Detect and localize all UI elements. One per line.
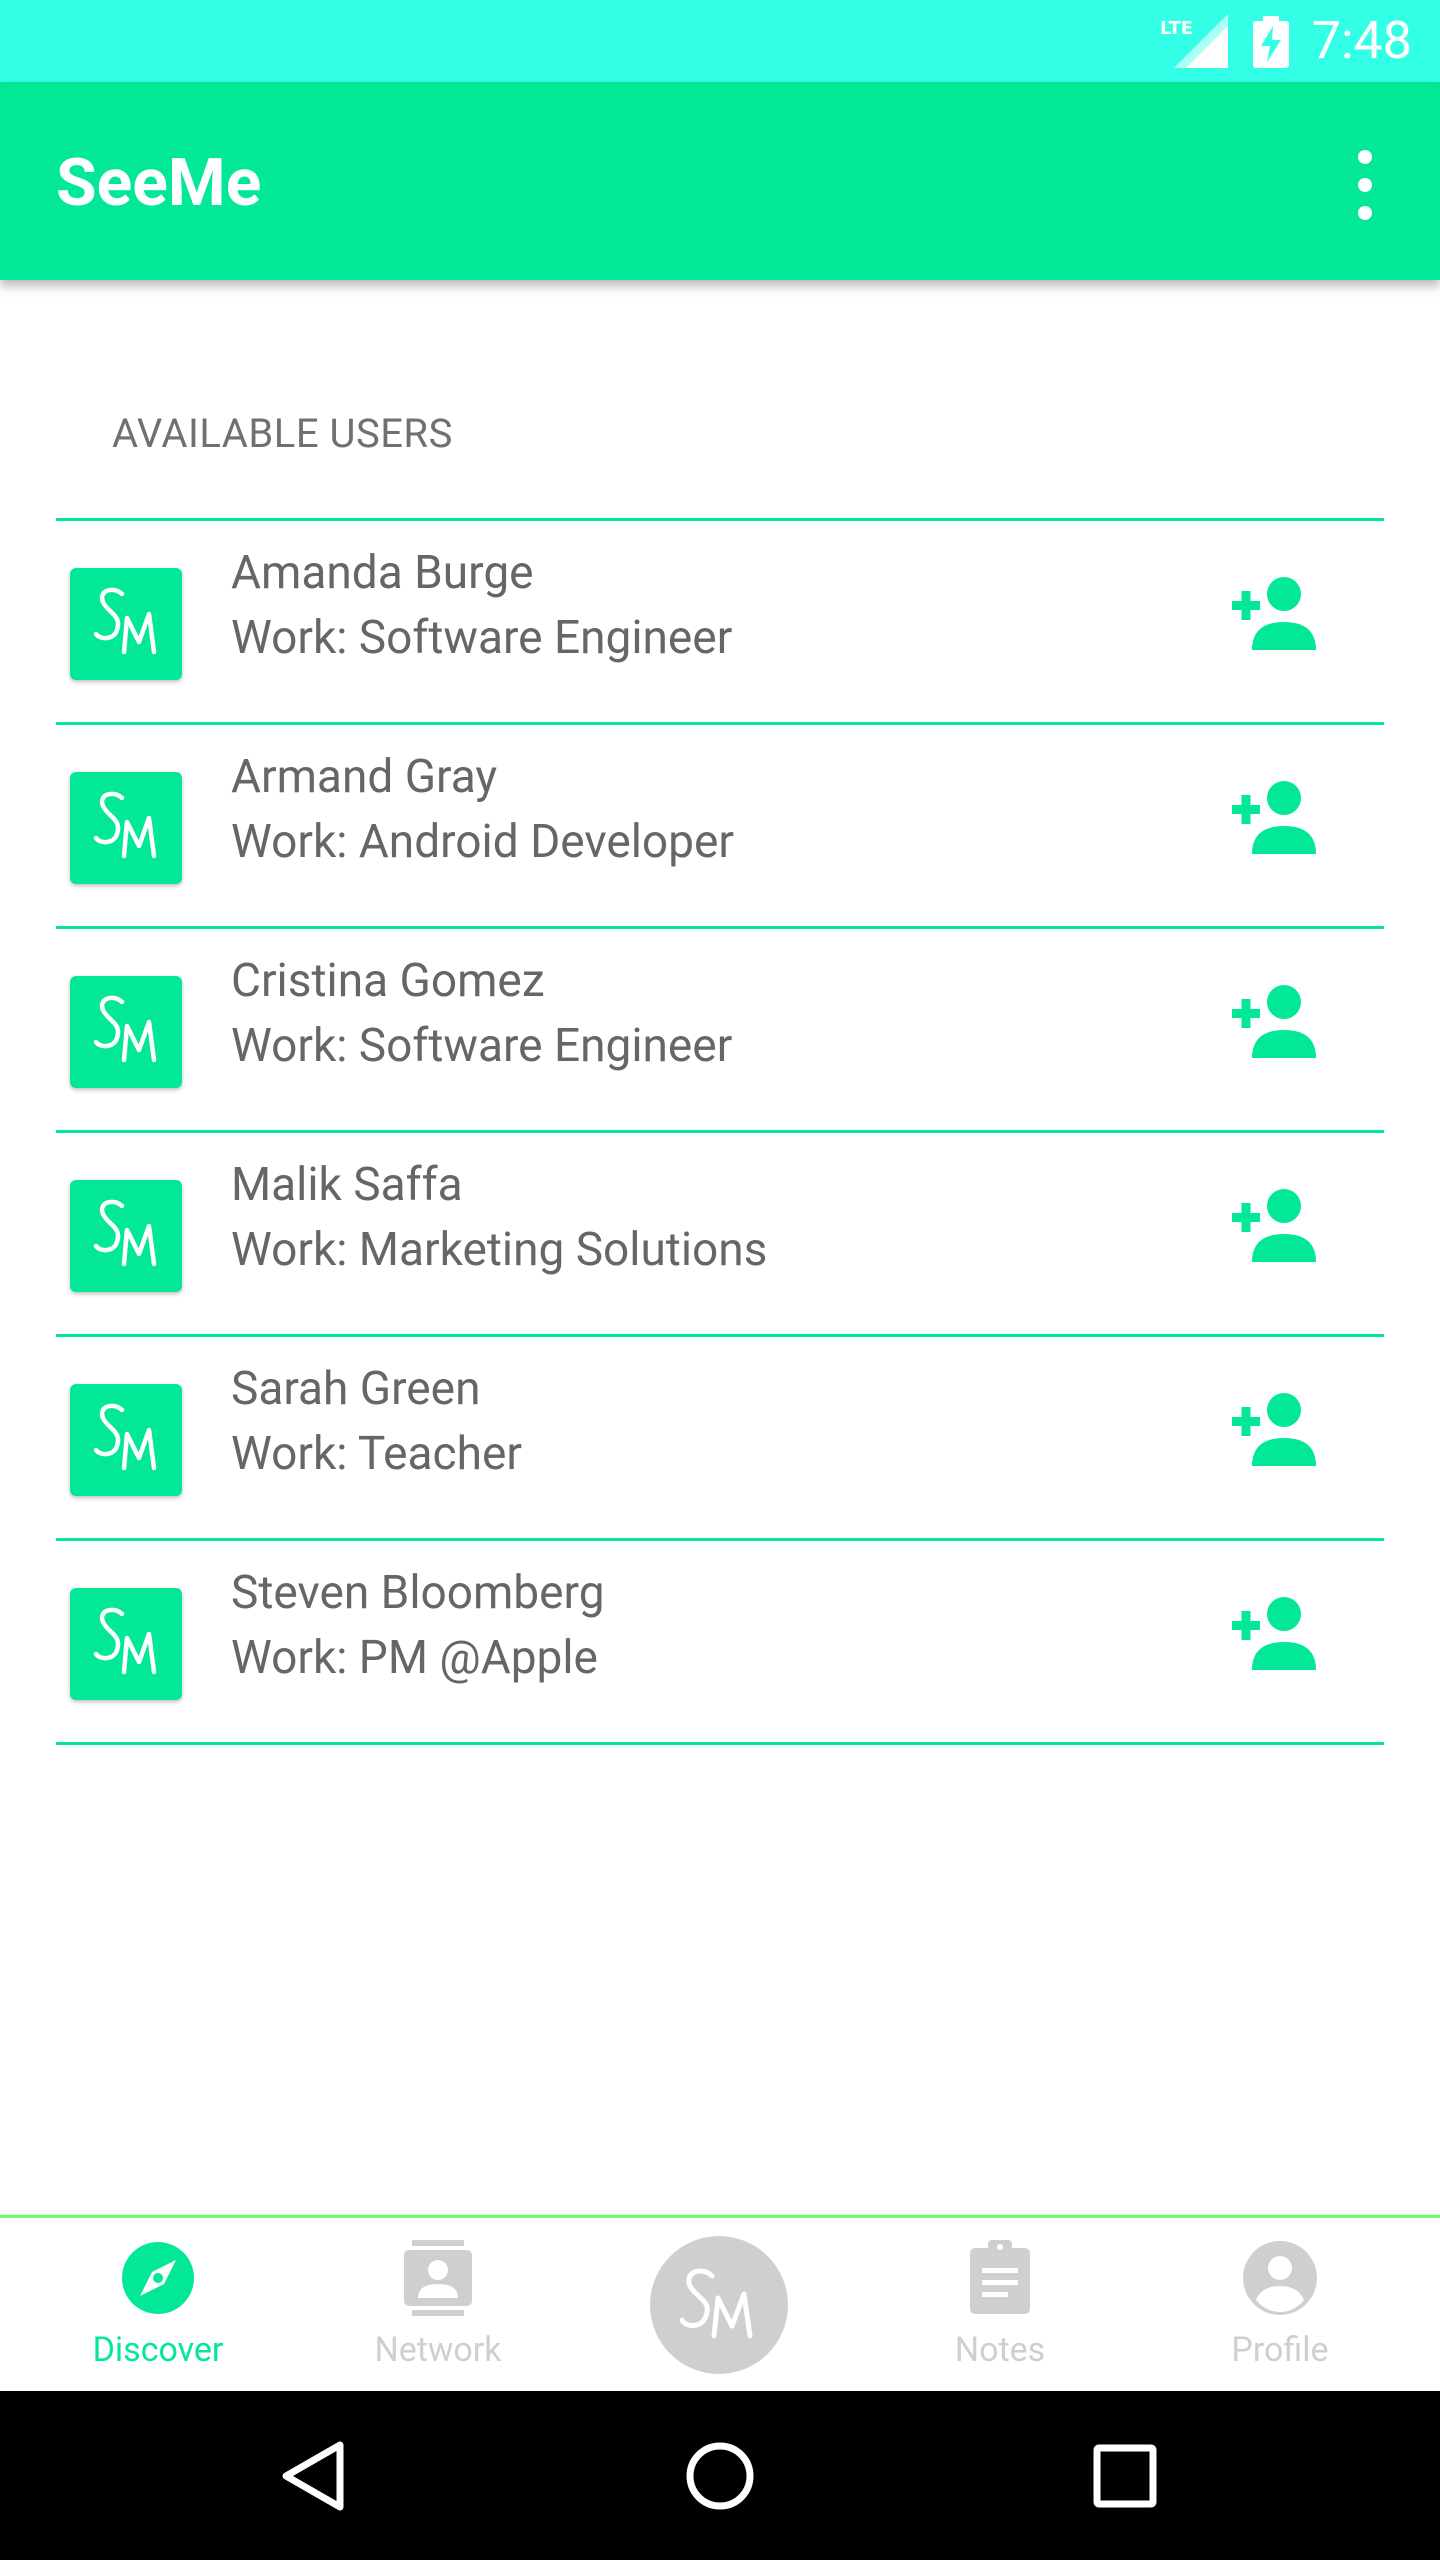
user-work: Work: Teacher [231, 1427, 522, 1481]
contacts-icon [398, 2238, 478, 2318]
seeme-logo-icon[interactable] [650, 2236, 788, 2374]
account-circle-icon [1240, 2238, 1320, 2318]
user-work: Work: Software Engineer [231, 611, 733, 665]
user-work: Work: Android Developer [231, 815, 734, 869]
nav-label-discover: Discover [92, 2330, 224, 2370]
bottom-navigation: Discover Network Notes Profile [0, 2215, 1440, 2394]
seeme-logo-icon [70, 1180, 182, 1292]
nav-label-network: Network [374, 2330, 502, 2370]
user-work: Work: Marketing Solutions [231, 1223, 768, 1277]
seeme-logo-icon [70, 1588, 182, 1700]
list-item[interactable]: Amanda Burge Work: Software Engineer [56, 521, 1384, 725]
add-user-icon[interactable] [1224, 770, 1324, 870]
battery-charging-icon [1253, 16, 1289, 72]
status-time: 7:48 [1311, 10, 1412, 71]
seeme-logo-icon [70, 568, 182, 680]
nav-discover[interactable]: Discover [18, 2218, 298, 2394]
add-user-icon[interactable] [1224, 974, 1324, 1074]
user-name: Steven Bloomberg [231, 1566, 605, 1620]
more-vert-icon[interactable] [1340, 150, 1390, 220]
seeme-logo-icon [70, 772, 182, 884]
add-user-icon[interactable] [1224, 1586, 1324, 1686]
user-name: Armand Gray [231, 750, 498, 804]
list-item[interactable]: Steven Bloomberg Work: PM @Apple [56, 1541, 1384, 1745]
home-icon[interactable] [675, 2431, 765, 2521]
clipboard-icon [960, 2238, 1040, 2318]
add-user-icon[interactable] [1224, 1178, 1324, 1278]
nav-notes[interactable]: Notes [860, 2218, 1140, 2394]
user-name: Malik Saffa [231, 1158, 463, 1212]
add-user-icon[interactable] [1224, 1382, 1324, 1482]
app-bar: SeeMe [0, 82, 1440, 280]
app-title: SeeMe [56, 145, 262, 222]
user-work: Work: PM @Apple [231, 1631, 598, 1685]
add-user-icon[interactable] [1224, 566, 1324, 666]
nav-profile[interactable]: Profile [1140, 2218, 1420, 2394]
list-item[interactable]: Malik Saffa Work: Marketing Solutions [56, 1133, 1384, 1337]
list-item[interactable]: Sarah Green Work: Teacher [56, 1337, 1384, 1541]
signal-icon: LTE [1160, 14, 1228, 72]
user-name: Sarah Green [231, 1362, 481, 1416]
svg-text:LTE: LTE [1160, 18, 1193, 39]
user-name: Amanda Burge [231, 546, 534, 600]
user-name: Cristina Gomez [231, 954, 545, 1008]
list-item[interactable]: Armand Gray Work: Android Developer [56, 725, 1384, 929]
user-work: Work: Software Engineer [231, 1019, 733, 1073]
seeme-logo-icon [70, 1384, 182, 1496]
compass-icon [118, 2238, 198, 2318]
list-item[interactable]: Cristina Gomez Work: Software Engineer [56, 929, 1384, 1133]
seeme-logo-icon [70, 976, 182, 1088]
back-icon[interactable] [270, 2431, 360, 2521]
nav-label-notes: Notes [954, 2330, 1046, 2370]
nav-label-profile: Profile [1231, 2330, 1329, 2370]
system-navigation-bar [0, 2391, 1440, 2560]
section-header: AVAILABLE USERS [112, 410, 453, 457]
status-bar: LTE 7:48 [0, 0, 1440, 82]
nav-network[interactable]: Network [298, 2218, 578, 2394]
recents-icon[interactable] [1080, 2431, 1170, 2521]
user-list: Amanda Burge Work: Software Engineer Arman… [56, 518, 1384, 1745]
